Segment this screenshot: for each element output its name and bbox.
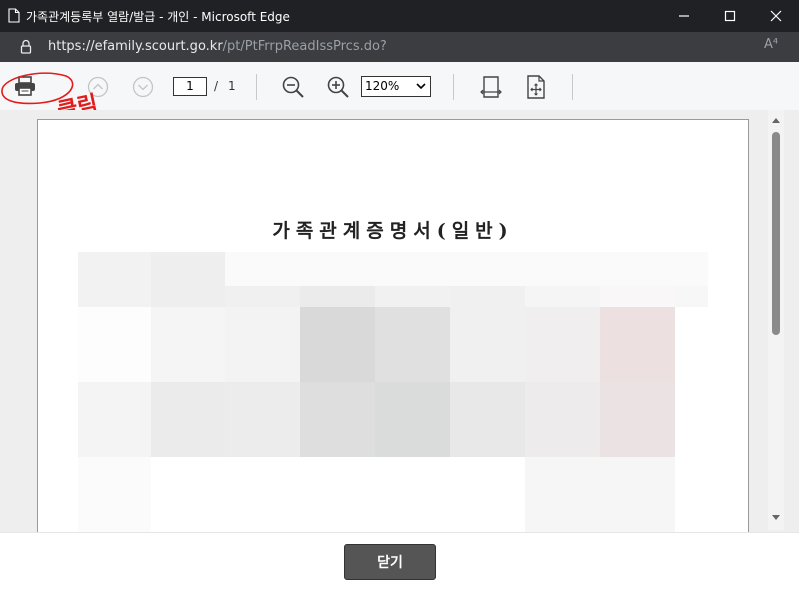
document-icon <box>8 8 20 27</box>
url-host: https://efamily.scourt.go.kr <box>48 39 223 54</box>
close-dialog-button[interactable]: 닫기 <box>344 544 436 580</box>
document-viewer: 가족관계증명서(일반) <box>0 110 799 532</box>
minimize-icon <box>679 15 689 17</box>
zoom-level: 120% <box>365 79 400 93</box>
url-path: /pt/PtFrrpReadIssPrcs.do? <box>222 39 387 54</box>
print-icon <box>15 76 35 96</box>
page-separator: / <box>214 79 219 93</box>
maximize-icon <box>724 10 736 22</box>
zoom-in-button[interactable] <box>325 74 351 100</box>
fit-width-icon <box>480 76 502 98</box>
address-bar: https://efamily.scourt.go.kr/pt/PtFrrpRe… <box>0 32 799 62</box>
next-page-icon <box>132 76 154 98</box>
page-number-input[interactable]: 1 <box>173 77 207 96</box>
zoom-select[interactable]: 120% <box>361 76 431 97</box>
vertical-scrollbar[interactable] <box>768 110 784 530</box>
zoom-in-icon <box>327 76 349 98</box>
lock-icon[interactable] <box>20 39 32 58</box>
fit-page-button[interactable] <box>523 74 549 100</box>
pixelated-content <box>78 252 708 532</box>
zoom-out-button[interactable] <box>280 74 306 100</box>
document-title: 가족관계증명서(일반) <box>272 220 514 242</box>
total-pages: 1 <box>228 79 236 93</box>
scroll-up-icon[interactable] <box>771 116 781 124</box>
previous-page-icon <box>87 76 109 98</box>
scroll-down-icon[interactable] <box>771 514 781 522</box>
url-field[interactable]: https://efamily.scourt.go.kr/pt/PtFrrpRe… <box>48 39 387 54</box>
document-page: 가족관계증명서(일반) <box>37 119 749 532</box>
close-window-button[interactable] <box>753 0 799 32</box>
next-page-button[interactable] <box>131 75 155 99</box>
dialog-footer: 닫기 <box>0 532 799 592</box>
minimize-button[interactable] <box>661 0 707 32</box>
chevron-down-icon <box>416 83 426 90</box>
fit-width-button[interactable] <box>478 74 504 100</box>
read-aloud-icon[interactable]: A⁴ <box>764 37 778 52</box>
scrollbar-thumb[interactable] <box>772 132 780 335</box>
viewer-toolbar: 1 / 1 120% <box>0 62 799 110</box>
toolbar-divider <box>572 74 573 100</box>
zoom-out-icon <box>282 76 304 98</box>
window-title: 가족관계등록부 열람/발급 - 개인 - Microsoft Edge <box>26 10 290 24</box>
window-titlebar: 가족관계등록부 열람/발급 - 개인 - Microsoft Edge <box>0 0 799 32</box>
previous-page-button[interactable] <box>86 75 110 99</box>
close-icon <box>770 10 782 22</box>
toolbar-divider <box>256 74 257 100</box>
fit-page-icon <box>527 75 545 99</box>
toolbar-divider <box>453 74 454 100</box>
maximize-button[interactable] <box>707 0 753 32</box>
print-button[interactable] <box>12 74 38 98</box>
